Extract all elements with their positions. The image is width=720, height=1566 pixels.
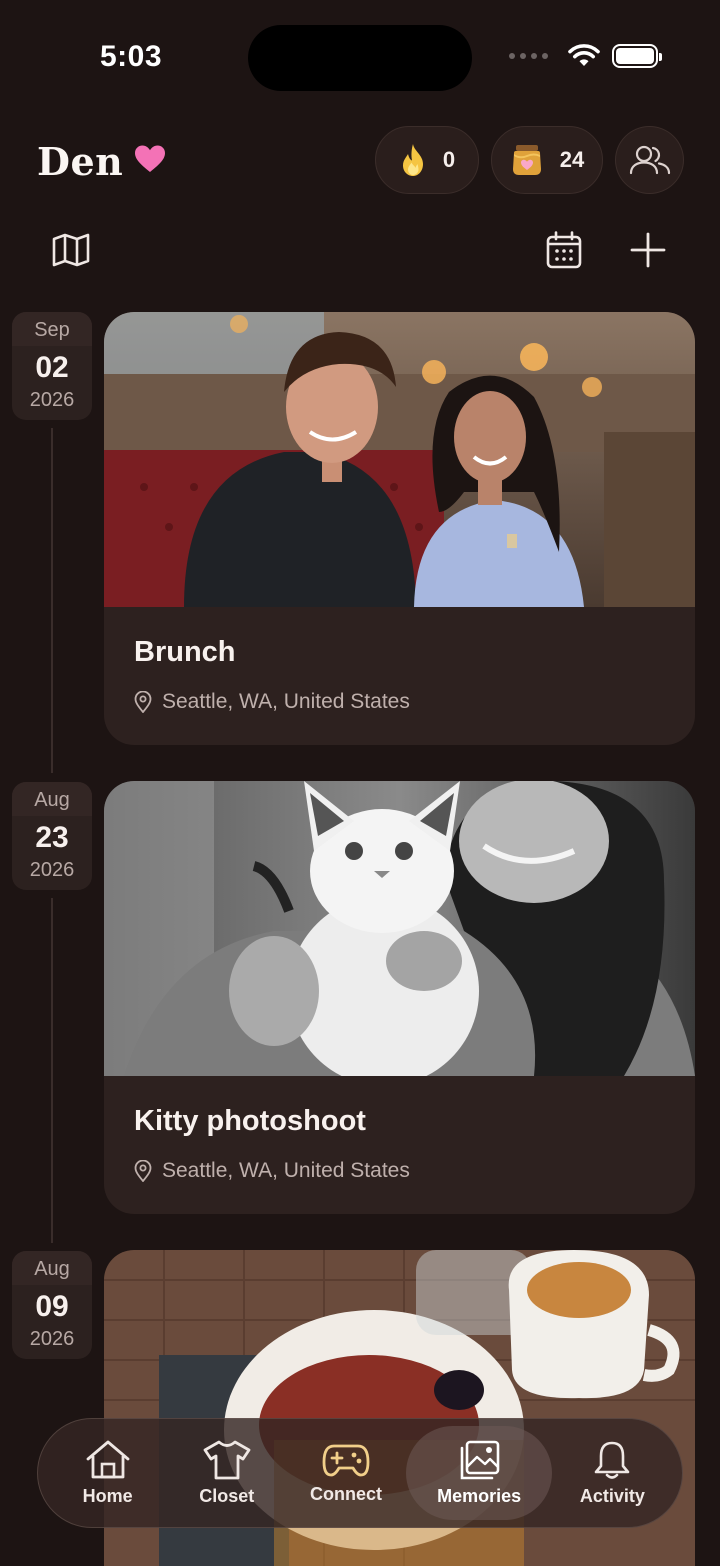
- date-month: Sep: [12, 312, 92, 346]
- nav-home[interactable]: Home: [49, 1426, 167, 1520]
- date-badge: Sep 02 2026: [12, 312, 92, 420]
- plus-icon: [630, 232, 666, 268]
- nav-activity-label: Activity: [579, 1485, 645, 1506]
- heart-icon: [135, 145, 165, 172]
- streak-counter-button[interactable]: 0: [375, 126, 479, 194]
- memory-card[interactable]: Kitty photoshoot Seattle, WA, United Sta…: [104, 781, 695, 1214]
- location-pin-icon: [134, 1160, 152, 1182]
- wifi-icon: [568, 44, 600, 66]
- nav-closet-label: Closet: [199, 1485, 255, 1506]
- streak-count: 0: [442, 147, 456, 172]
- flame-icon: [402, 144, 423, 176]
- memory-location-text: Seattle, WA, United States: [162, 1159, 410, 1182]
- calendar-icon: [546, 231, 582, 269]
- memory-photo: [104, 312, 695, 607]
- add-memory-button[interactable]: [626, 228, 670, 272]
- battery-icon: [612, 44, 662, 68]
- memory-title: Kitty photoshoot: [134, 1105, 366, 1137]
- app-header: Den 0 24: [0, 125, 720, 195]
- calendar-button[interactable]: [542, 228, 586, 272]
- memory-location-text: Seattle, WA, United States: [162, 690, 410, 713]
- memory-location: Seattle, WA, United States: [134, 690, 410, 714]
- date-month: Aug: [12, 782, 92, 816]
- memory-title: Brunch: [134, 636, 236, 668]
- map-icon: [52, 233, 90, 267]
- honey-jar-icon: [512, 145, 541, 175]
- cellular-signal-icon: [509, 53, 548, 59]
- memory-location: Seattle, WA, United States: [134, 1159, 410, 1183]
- date-year: 2026: [29, 1328, 75, 1350]
- gamepad-icon: [322, 1444, 370, 1476]
- nav-closet[interactable]: Closet: [168, 1426, 286, 1520]
- status-time: 5:03: [100, 40, 163, 73]
- date-badge: Aug 09 2026: [12, 1251, 92, 1359]
- bell-icon: [595, 1441, 630, 1479]
- date-year: 2026: [29, 389, 75, 411]
- date-month: Aug: [12, 1251, 92, 1285]
- date-year: 2026: [29, 859, 75, 881]
- honey-counter-button[interactable]: 24: [491, 126, 603, 194]
- nav-memories[interactable]: Memories: [406, 1426, 553, 1520]
- home-icon: [86, 1440, 129, 1478]
- map-button[interactable]: [49, 228, 93, 272]
- date-day: 23: [35, 821, 69, 854]
- nav-activity[interactable]: Activity: [553, 1426, 671, 1520]
- date-badge: Aug 23 2026: [12, 782, 92, 890]
- honey-count: 24: [559, 147, 585, 172]
- timeline-line: [51, 428, 53, 773]
- status-bar: 5:03: [0, 0, 720, 110]
- partners-button[interactable]: [615, 126, 684, 194]
- photos-icon: [460, 1440, 500, 1479]
- nav-connect[interactable]: Connect: [287, 1426, 405, 1520]
- shirt-icon: [203, 1440, 251, 1479]
- memory-photo: [104, 781, 695, 1076]
- app-title: Den: [37, 139, 124, 184]
- users-icon: [629, 145, 670, 175]
- bottom-nav: Home Closet Connect Memories Activity: [37, 1418, 683, 1528]
- date-day: 09: [35, 1290, 69, 1323]
- status-indicators: [509, 44, 662, 68]
- dynamic-island: [248, 25, 472, 91]
- timeline-line: [51, 898, 53, 1243]
- nav-home-label: Home: [82, 1485, 133, 1506]
- memory-card[interactable]: Brunch Seattle, WA, United States: [104, 312, 695, 745]
- nav-memories-label: Memories: [437, 1485, 522, 1506]
- location-pin-icon: [134, 691, 152, 713]
- nav-connect-label: Connect: [309, 1483, 382, 1504]
- date-day: 02: [35, 351, 69, 384]
